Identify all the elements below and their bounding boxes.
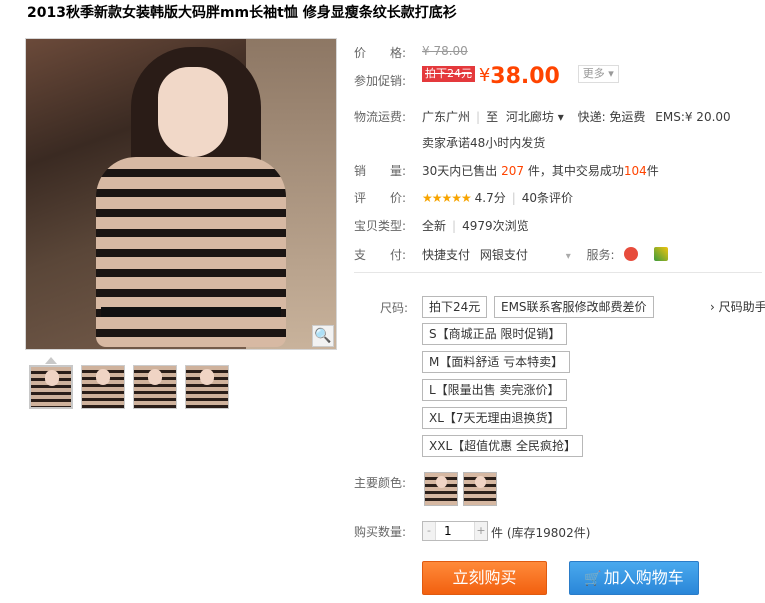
stock-count: (库存19802件): [506, 526, 591, 540]
shipping-label: 物流运费:: [354, 110, 407, 124]
view-count: 4979次浏览: [462, 219, 529, 233]
swatch-face: [436, 476, 447, 488]
thumbnail-face: [96, 369, 110, 385]
more-promos-button[interactable]: 更多 ▾: [577, 65, 619, 83]
review-count-link[interactable]: 40条评价: [522, 191, 573, 205]
thumbnail-strip: [29, 365, 229, 409]
quantity-meta: 件 (库存19802件): [491, 524, 590, 541]
thumbnail-face: [148, 369, 162, 385]
thumbnail-active-arrow: [45, 357, 57, 364]
item-type-label: 宝贝类型:: [354, 219, 407, 233]
color-label: 主要颜色:: [354, 476, 407, 490]
image-model-face: [158, 67, 228, 157]
sales-middle: 件，其中交易成功: [527, 164, 624, 178]
item-type-row: 全新 | 4979次浏览: [422, 217, 529, 234]
thumbnail-face: [200, 369, 214, 385]
success-count: 104: [623, 164, 647, 178]
size-option-xl[interactable]: XL【7天无理由退换货】: [422, 407, 567, 429]
rating-label: 评 价:: [354, 191, 407, 205]
size-option-ems[interactable]: EMS联系客服修改邮费差价: [494, 296, 654, 318]
star-rating-icon: ★★★★★: [422, 191, 472, 205]
size-option-promo[interactable]: 拍下24元: [422, 296, 488, 318]
promo-price-row: 拍下24元 ¥38.00 更多 ▾: [422, 64, 619, 89]
size-option-s[interactable]: S【商城正品 限时促销】: [422, 323, 568, 345]
ship-promise: 卖家承诺48小时内发货: [422, 136, 546, 150]
ship-to-dropdown[interactable]: 河北廊坊 ▾: [506, 110, 564, 124]
size-option-l[interactable]: L【限量出售 卖完涨价】: [422, 379, 567, 401]
promo-tag: 拍下24元: [422, 66, 475, 82]
ship-from: 广东广州: [422, 110, 471, 124]
thumbnail-1[interactable]: [29, 365, 73, 409]
payment-label: 支 付:: [354, 248, 407, 262]
shipping-row: 广东广州 | 至 河北廊坊 ▾ 快递: 免运费 EMS:¥ 20.00: [422, 108, 731, 125]
section-divider: [354, 272, 762, 273]
currency-symbol: ¥: [478, 65, 491, 86]
quantity-stepper: - +: [422, 521, 488, 541]
thumbnail-3[interactable]: [133, 365, 177, 409]
sales-prefix: 30天内已售出: [422, 164, 498, 178]
image-striped-shirt: [96, 157, 286, 347]
rating-row: ★★★★★ 4.7分 | 40条评价: [422, 189, 573, 206]
original-price-value: ¥ 78.00: [422, 44, 468, 58]
sales-label: 销 量:: [354, 164, 407, 178]
quantity-minus-button[interactable]: -: [423, 522, 435, 540]
cart-icon: 🛒: [584, 571, 602, 587]
guarantee-icon[interactable]: [654, 247, 669, 261]
swatch-face: [475, 476, 486, 488]
divider: |: [511, 191, 516, 205]
original-price: ¥ 78.00: [422, 44, 468, 58]
product-title: 2013秋季新款女装韩版大码胖mm长袖t恤 修身显瘦条纹长款打底衫: [27, 5, 457, 21]
item-condition: 全新: [422, 219, 447, 233]
magnifier-icon[interactable]: 🔍: [312, 325, 334, 347]
ship-to-prefix: 至: [486, 110, 499, 124]
promo-label: 参加促销:: [354, 74, 407, 88]
quick-pay: 快捷支付: [422, 248, 471, 262]
seven-day-return-icon[interactable]: [624, 247, 639, 261]
color-swatch-1[interactable]: [424, 472, 458, 506]
price-label: 价 格:: [354, 46, 407, 60]
image-belt: [101, 307, 281, 317]
thumbnail-face: [45, 370, 59, 386]
size-option-m[interactable]: M【面料舒适 亏本特卖】: [422, 351, 571, 373]
thumbnail-2[interactable]: [81, 365, 125, 409]
add-to-cart-label: 加入购物车: [603, 568, 684, 587]
sales-suffix: 件: [646, 164, 659, 178]
quantity-label: 购买数量:: [354, 525, 407, 539]
main-product-image[interactable]: 🔍: [25, 38, 337, 350]
ems-fee: EMS:¥ 20.00: [655, 110, 731, 124]
payment-more-icon[interactable]: ▾: [566, 251, 571, 262]
promo-price: 38.00: [490, 64, 560, 89]
quantity-plus-button[interactable]: +: [475, 522, 487, 540]
service-label: 服务:: [586, 248, 615, 262]
rating-score: 4.7分: [474, 191, 506, 205]
add-to-cart-button[interactable]: 🛒 加入购物车: [569, 561, 699, 595]
express-fee: 快递: 免运费: [577, 110, 646, 124]
buy-now-button[interactable]: 立刻购买: [422, 561, 547, 595]
bank-pay: 网银支付: [479, 248, 528, 262]
divider: |: [476, 110, 481, 124]
sales-row: 30天内已售出 207 件，其中交易成功104件: [422, 162, 659, 179]
quantity-input[interactable]: [435, 522, 475, 540]
sold-count: 207: [501, 164, 525, 178]
size-option-xxl[interactable]: XXL【超值优惠 全民疯抢】: [422, 435, 583, 457]
divider: |: [452, 219, 457, 233]
size-helper-link[interactable]: › 尺码助手: [710, 298, 765, 315]
thumbnail-4[interactable]: [185, 365, 229, 409]
quantity-unit: 件: [491, 526, 504, 540]
color-swatch-2[interactable]: [463, 472, 497, 506]
payment-row: 快捷支付 网银支付 ▾ 服务:: [422, 246, 669, 263]
